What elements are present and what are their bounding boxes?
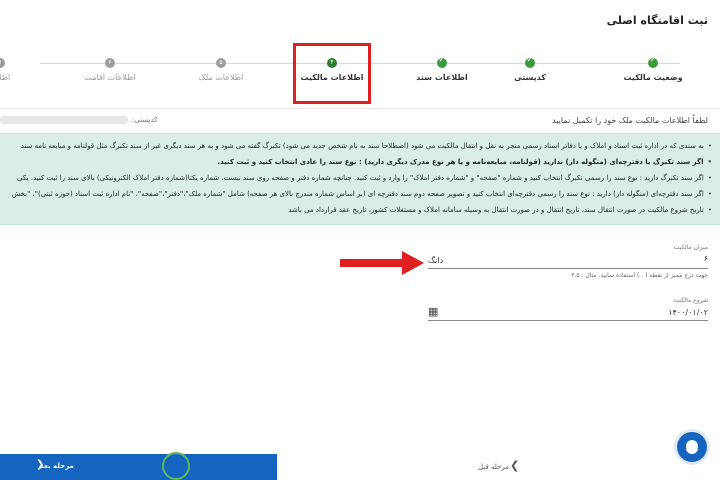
step-ownership-status[interactable]: وضعیت مالکیت [608, 55, 698, 82]
divider [0, 108, 720, 109]
info-line: •اگر سند تکبرگ دارید : نوع سند را رسمی ت… [16, 174, 712, 182]
step-label: کدپستی [514, 73, 546, 82]
cursor-indicator [162, 452, 190, 480]
check-icon [437, 55, 447, 68]
next-step-label: مرحله بعد [40, 462, 74, 470]
next-step-button[interactable]: ❮ مرحله بعد [0, 454, 277, 480]
step-label: وضعیت مالکیت [623, 73, 683, 82]
page-title: ثبت اقامتگاه اصلی [606, 14, 708, 27]
ownership-amount-value[interactable]: ۶ [704, 254, 708, 263]
step-label: اطلاعا [0, 73, 11, 82]
step-partial[interactable]: ۷ اطلاعا [0, 58, 45, 82]
step-residence-info[interactable]: ۶ اطلاعات اقامت [65, 58, 155, 82]
chevron-right-icon: ❯ [510, 459, 520, 472]
step-label: اطلاعات ملک [198, 73, 244, 82]
check-icon [648, 55, 658, 68]
ownership-amount-label: میزان مالکیت [673, 244, 708, 251]
ownership-unit: دانگ [428, 256, 444, 265]
ownership-start-label: شروع مالکیت [673, 297, 708, 304]
postal-code-label: کدپستی: [132, 116, 158, 124]
info-line: •اگر سند تکبرگ یا دفترچه‌ای (منگوله دار)… [217, 158, 712, 166]
info-line: •اگر سند دفترچه‌ای (منگوله دار) دارید : … [11, 190, 712, 198]
ownership-amount-input[interactable] [428, 268, 708, 269]
form-intro: لطفاً اطلاعات مالکیت ملک خود را تکمیل نم… [552, 116, 708, 125]
postal-code-value-blurred [0, 116, 128, 124]
step-property-info[interactable]: ۵ اطلاعات ملک [176, 58, 266, 82]
ownership-start-value[interactable]: ۱۴۰۰/۰۱/۰۲ [668, 308, 708, 317]
step-number: ۶ [105, 58, 115, 68]
info-line: •تاریخ شروع مالکیت در صورت انتقال سند، ت… [288, 206, 712, 214]
info-line: •به سندی که در اداره ثبت اسناد و املاک و… [20, 142, 712, 150]
prev-step-label: مرحله قبل [478, 463, 509, 471]
step-number: ۵ [216, 58, 226, 68]
ownership-start-input[interactable] [428, 320, 708, 321]
red-pointer-arrow [340, 251, 424, 275]
check-icon [525, 55, 535, 68]
step-postal-code[interactable]: کدپستی [485, 55, 575, 82]
step-label: اطلاعات اقامت [84, 73, 136, 82]
prev-step-button[interactable]: مرحله قبل ❯ [470, 454, 530, 480]
step-label: اطلاعات سند [416, 73, 468, 82]
ownership-amount-hint: جهت درج ممیز از نقطه ( . ) استفاده نمایی… [571, 272, 708, 279]
calendar-icon[interactable]: ▦ [428, 305, 438, 318]
step-document-info[interactable]: اطلاعات سند [397, 55, 487, 82]
info-box: •به سندی که در اداره ثبت اسناد و املاک و… [0, 133, 720, 225]
step-number: ۷ [0, 58, 5, 68]
bottom-nav: ❮ مرحله بعد مرحله قبل ❯ [0, 454, 720, 480]
highlight-box [293, 43, 371, 104]
